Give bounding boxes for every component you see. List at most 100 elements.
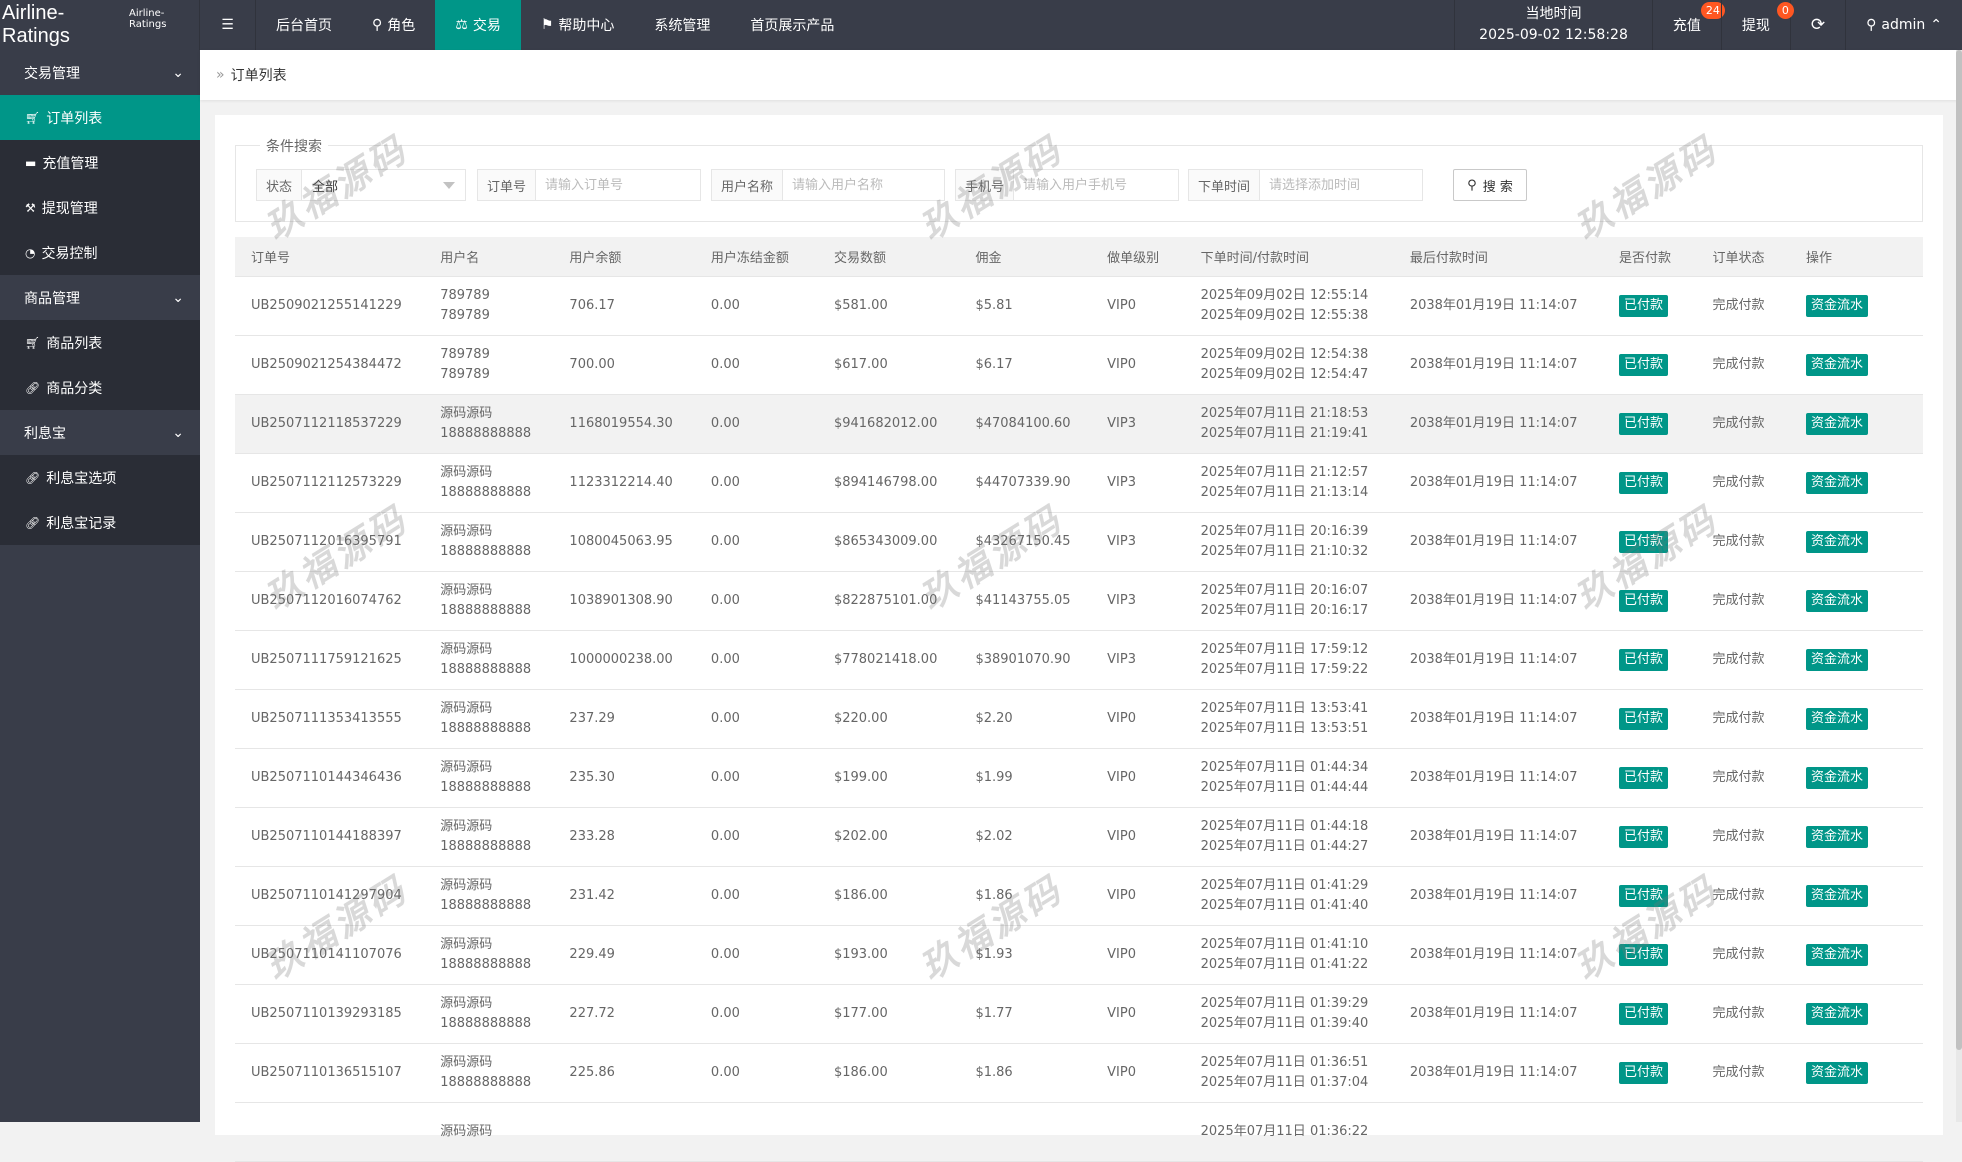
pay-time: 2025年07月11日 13:53:51 [1200,720,1369,736]
order-times: 2025年09月02日 12:55:14 2025年09月02日 12:55:38 [1200,276,1410,336]
vip-level [1107,1102,1201,1162]
order-number: UB2507111759121625 [235,630,441,690]
pay-time: 2025年07月11日 01:39:40 [1200,1015,1369,1031]
order-times: 2025年07月11日 01:39:29 2025年07月11日 01:39:40 [1200,984,1410,1044]
status-select[interactable]: 状态 全部 [256,169,466,201]
username-input[interactable] [783,170,944,200]
sidebar-item[interactable]: ⚒ 提现管理 [0,185,200,230]
topnav-item-label: 角色 [387,18,416,34]
logo[interactable]: Airline-Ratings Airline-Ratings [0,0,200,50]
sidebar-item[interactable]: 🔗︎ 利息宝选项 [0,455,200,500]
topnav-item-label: 首页展示产品 [750,18,835,34]
topnav-item[interactable]: ⚑ 帮助中心 [521,0,635,50]
vip-level: VIP3 [1107,394,1201,454]
page-scrollbar[interactable] [1956,50,1962,1122]
withdraw-button[interactable]: 提现 0 [1720,0,1794,50]
column-header: 下单时间/付款时间 [1200,237,1410,277]
fund-flow-button[interactable]: 资金流水 [1806,943,1869,966]
fund-flow-button[interactable]: 资金流水 [1806,707,1869,730]
username: 源码源码 [440,818,493,834]
order-time: 2025年07月11日 20:16:07 [1200,582,1369,598]
user-menu[interactable]: ⚲ admin ⌃ [1845,0,1962,50]
column-header: 订单号 [235,237,441,277]
sidebar-item[interactable]: ▬ 充值管理 [0,140,200,185]
order-number: UB2507110141107076 [235,925,441,985]
sidebar-group-label: 利息宝 [24,425,66,442]
order-status: 完成付款 [1712,984,1807,1044]
paid-badge: 已付款 [1619,766,1669,789]
fund-flow-button[interactable]: 资金流水 [1806,589,1869,612]
order-number: UB2507112118537229 [235,394,441,454]
recharge-button[interactable]: 充值 24 [1651,0,1725,50]
paid-cell: 已付款 [1619,394,1713,454]
sidebar-item[interactable]: ◔ 交易控制 [0,230,200,275]
menu-toggle-button[interactable]: ☰ [200,0,256,50]
order-times: 2025年07月11日 20:16:07 2025年07月11日 20:16:17 [1200,571,1410,631]
order-times: 2025年07月11日 20:16:39 2025年07月11日 21:10:32 [1200,512,1410,572]
action-cell: 资金流水 [1806,335,1923,395]
chevron-up-icon: ⌃ [1930,17,1942,33]
action-cell: 资金流水 [1806,866,1923,926]
fund-flow-button[interactable]: 资金流水 [1806,412,1869,435]
fund-flow-button[interactable]: 资金流水 [1806,1061,1869,1084]
fund-flow-button[interactable]: 资金流水 [1806,530,1869,553]
sidebar-item[interactable]: 🛒︎ 商品列表 [0,320,200,365]
order-time-input[interactable] [1260,170,1422,200]
user-phone: 18888888888 [440,484,532,500]
commission: $38901070.90 [975,630,1108,690]
sidebar-group[interactable]: 商品管理 ⌄ [0,275,200,320]
fund-flow-button[interactable]: 资金流水 [1806,884,1869,907]
column-header: 最后付款时间 [1409,237,1620,277]
cart-icon: 🛒︎ [25,335,41,350]
fund-flow-button[interactable]: 资金流水 [1806,1002,1869,1025]
order-number: UB2509021255141229 [235,276,441,336]
order-times: 2025年07月11日 17:59:12 2025年07月11日 17:59:22 [1200,630,1410,690]
vip-level: VIP3 [1107,453,1201,513]
username: 789789 [440,346,490,362]
refresh-icon: ⟳ [1810,15,1826,35]
search-button[interactable]: ⚲ 搜 索 [1453,169,1527,201]
sidebar-group[interactable]: 利息宝 ⌄ [0,410,200,455]
link-icon: 🔗︎ [25,515,41,530]
paid-cell: 已付款 [1619,335,1713,395]
order-number: UB2507110136515107 [235,1043,441,1103]
topnav-item[interactable]: 系统管理 [634,0,730,50]
sidebar-item[interactable]: 🔗︎ 利息宝记录 [0,500,200,545]
paid-badge: 已付款 [1619,530,1669,553]
table-row: UB2507110141107076 源码源码 18888888888 229.49 0… [235,925,1923,985]
topnav-item[interactable]: ⚲ 角色 [352,0,435,50]
order-time: 2025年07月11日 01:44:34 [1200,759,1369,775]
paid-badge: 已付款 [1619,1061,1669,1084]
username: 789789 [440,287,490,303]
fund-flow-button[interactable]: 资金流水 [1806,766,1869,789]
username: 源码源码 [440,582,493,598]
sidebar-item[interactable]: 🔗︎ 商品分类 [0,365,200,410]
fund-flow-button[interactable]: 资金流水 [1806,825,1869,848]
sidebar: 交易管理 ⌄ 🛒︎ 订单列表 ▬ 充值管理 ⚒ 提现管理 ◔ 交易控制 商品管理 ⌄ 🛒︎ 商品列表 🔗︎ 商… [0,50,200,1122]
refresh-button[interactable]: ⟳ [1789,0,1845,50]
trade-amount: $220.00 [833,689,976,749]
order-status: 完成付款 [1712,335,1807,395]
topnav-item[interactable]: 首页展示产品 [730,0,854,50]
order-number-field: 订单号 [477,169,701,201]
fund-flow-button[interactable]: 资金流水 [1806,294,1869,317]
topnav-item[interactable]: ⚖ 交易 [435,0,521,50]
frozen-amount [710,1102,834,1162]
vip-level: VIP3 [1107,630,1201,690]
paid-cell: 已付款 [1619,748,1713,808]
phone-input[interactable] [1014,170,1178,200]
fund-flow-button[interactable]: 资金流水 [1806,471,1869,494]
sidebar-item[interactable]: 🛒︎ 订单列表 [0,95,200,140]
column-header: 用户余额 [569,237,711,277]
sidebar-group[interactable]: 交易管理 ⌄ [0,50,200,95]
commission [975,1102,1108,1162]
search-panel: 条件搜索 状态全部 订单号 用户名称 手机号 下单时间 ⚲搜 索 [235,136,1923,222]
commission: $1.86 [975,1043,1108,1103]
fund-flow-button[interactable]: 资金流水 [1806,648,1869,671]
topnav-item[interactable]: 后台首页 [256,0,352,50]
username-field: 用户名称 [711,169,945,201]
table-row: 源码源码 2025年07月11日 01:36:22 [235,1102,1923,1162]
fund-flow-button[interactable]: 资金流水 [1806,353,1869,376]
order-number-input[interactable] [536,170,700,200]
paid-cell: 已付款 [1619,925,1713,985]
